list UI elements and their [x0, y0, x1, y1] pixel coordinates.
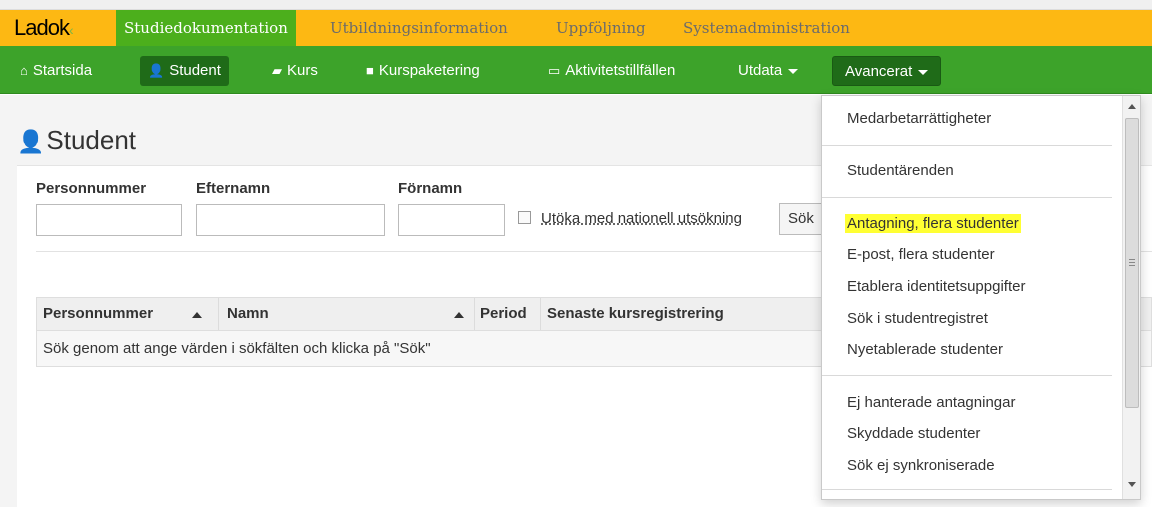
sort-asc-icon[interactable]	[192, 312, 202, 318]
caret-down-icon	[918, 69, 929, 75]
caret-down-icon	[788, 68, 799, 74]
dropdown-scrollbar[interactable]	[1122, 96, 1140, 499]
user-icon: 👤	[148, 63, 165, 78]
efternamn-input[interactable]	[196, 204, 385, 236]
scrollbar-thumb[interactable]	[1125, 118, 1139, 408]
avancerat-dropdown-menu: Medarbetarrättigheter Studentärenden Ant…	[821, 95, 1141, 500]
empty-message: Sök genom att ange värden i sökfälten oc…	[43, 340, 431, 357]
nav-student-label: Student	[169, 62, 221, 79]
menu-divider	[822, 145, 1112, 146]
logo-text: Ladok	[14, 15, 70, 40]
menu-item-sok-i-studentregistret[interactable]: Sök i studentregistret	[847, 310, 988, 327]
menu-item-nyetablerade-studenter[interactable]: Nyetablerade studenter	[847, 341, 1003, 358]
menu-divider	[822, 197, 1112, 198]
column-separator	[474, 298, 475, 330]
tab-studiedokumentation[interactable]: Studiedokumentation	[116, 10, 296, 46]
ladok-logo[interactable]: Ladok‹	[14, 15, 74, 41]
tab-uppfoljning[interactable]: Uppföljning	[548, 10, 654, 46]
folder-icon: ■	[366, 63, 374, 78]
column-separator	[218, 298, 219, 330]
book-icon: ▰	[272, 63, 282, 78]
column-separator	[540, 298, 541, 330]
main-navbar: ⌂ Startsida 👤 Student ▰ Kurs ■ Kurspaketerin…	[0, 46, 1152, 94]
nav-aktivitetstillfallen-label: Aktivitetstillfällen	[565, 62, 676, 79]
menu-item-antagning-label: Antagning, flera studenter	[845, 214, 1021, 233]
menu-item-etablera-identitetsuppgifter[interactable]: Etablera identitetsuppgifter	[847, 278, 1025, 295]
personnummer-label: Personnummer	[36, 180, 147, 197]
nav-avancerat[interactable]: Avancerat	[832, 56, 942, 86]
menu-item-antagning-flera-studenter[interactable]: Antagning, flera studenter	[845, 214, 1021, 233]
nav-kurspaketering[interactable]: ■ Kurspaketering	[358, 56, 488, 86]
menu-item-epost-flera-studenter[interactable]: E-post, flera studenter	[847, 246, 995, 263]
menu-item-skyddade-studenter[interactable]: Skyddade studenter	[847, 425, 980, 442]
menu-item-sok-ej-synkroniserade[interactable]: Sök ej synkroniserade	[847, 457, 995, 474]
sort-asc-icon[interactable]	[454, 312, 464, 318]
nav-student[interactable]: 👤 Student	[140, 56, 229, 86]
user-icon: 👤	[17, 129, 45, 154]
col-period[interactable]: Period	[480, 298, 527, 330]
menu-item-ej-hanterade-antagningar[interactable]: Ej hanterade antagningar	[847, 394, 1015, 411]
nav-kurs-label: Kurs	[287, 62, 318, 79]
nav-utdata[interactable]: Utdata	[730, 56, 806, 86]
nav-startsida[interactable]: ⌂ Startsida	[12, 56, 100, 86]
menu-divider	[822, 489, 1112, 490]
col-personnummer[interactable]: Personnummer	[43, 298, 153, 330]
scroll-down-arrow-icon[interactable]	[1128, 482, 1136, 487]
efternamn-label: Efternamn	[196, 180, 271, 197]
top-bar: Ladok‹ Studiedokumentation Utbildningsin…	[0, 10, 1152, 46]
logo-mark-icon: ‹	[68, 22, 74, 38]
fornamn-label: Förnamn	[398, 180, 463, 197]
menu-divider	[822, 375, 1112, 376]
home-icon: ⌂	[20, 63, 28, 78]
menu-item-studentarenden[interactable]: Studentärenden	[847, 162, 954, 179]
browser-strip	[0, 0, 1152, 10]
fornamn-input[interactable]	[398, 204, 505, 236]
national-search-checkbox[interactable]	[518, 211, 531, 224]
nav-aktivitetstillfallen[interactable]: ▭ Aktivitetstillfällen	[540, 56, 683, 86]
tab-utbildningsinformation[interactable]: Utbildningsinformation	[322, 10, 516, 46]
col-senaste-kursregistrering[interactable]: Senaste kursregistrering	[547, 298, 724, 330]
personnummer-input[interactable]	[36, 204, 182, 236]
scroll-up-arrow-icon[interactable]	[1128, 104, 1136, 109]
calendar-icon: ▭	[548, 63, 561, 78]
nav-kurspaketering-label: Kurspaketering	[378, 62, 480, 79]
grip-icon	[1129, 259, 1135, 266]
page-title-text: Student	[46, 125, 137, 155]
col-namn[interactable]: Namn	[227, 298, 269, 330]
page-title: 👤Student	[17, 125, 136, 156]
nav-utdata-label: Utdata	[738, 62, 783, 79]
tab-systemadministration[interactable]: Systemadministration	[675, 10, 858, 46]
nav-kurs[interactable]: ▰ Kurs	[264, 56, 326, 86]
nav-startsida-label: Startsida	[32, 62, 93, 79]
nav-avancerat-label: Avancerat	[845, 63, 913, 80]
menu-item-medarbetarrattigheter[interactable]: Medarbetarrättigheter	[847, 110, 991, 127]
national-search-label[interactable]: Utöka med nationell utsökning	[541, 210, 742, 227]
